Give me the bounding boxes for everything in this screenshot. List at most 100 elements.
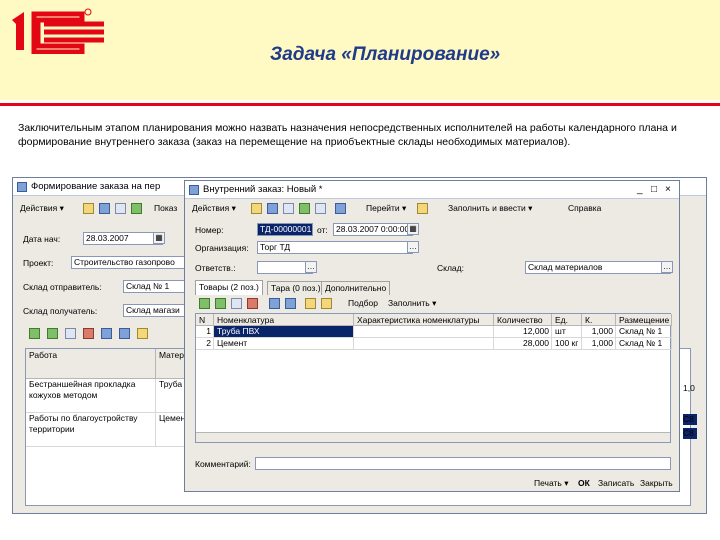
1c-logo-icon [12, 8, 104, 54]
fill-button[interactable]: Заполнить ▾ [385, 296, 439, 310]
row-quantity[interactable]: 12,000 [494, 326, 552, 338]
save-button[interactable]: Записать [595, 476, 637, 490]
row-k[interactable]: 1,000 [582, 326, 616, 338]
select-button[interactable]: … [661, 261, 673, 273]
number-field[interactable]: ТД-00000001 [257, 223, 313, 236]
toolbar-icon-3[interactable] [115, 203, 126, 214]
maximize-icon[interactable]: □ [651, 184, 657, 195]
delete-row-icon[interactable] [83, 328, 94, 339]
warehouse-field[interactable]: Склад материалов [525, 261, 671, 274]
slide-header: Задача «Планирование» [0, 0, 720, 106]
toolbar-icon-new[interactable] [251, 203, 262, 214]
row-characteristic[interactable] [354, 326, 494, 338]
toolbar-icon-1[interactable] [83, 203, 94, 214]
toolbar-icon-post[interactable] [335, 203, 346, 214]
ok-button[interactable]: ОК [575, 476, 593, 490]
minimize-icon[interactable]: _ [637, 184, 643, 195]
copy-row-icon[interactable] [47, 328, 58, 339]
tab-containers[interactable]: Тара (0 поз.) [267, 281, 325, 295]
sort-desc-icon[interactable] [321, 298, 332, 309]
column-header-work[interactable]: Работа [26, 349, 156, 379]
receiver-field[interactable]: Склад магази [123, 304, 193, 317]
row-nomenclature[interactable]: Труба ПВХ [214, 326, 354, 338]
show-menu[interactable]: Показ [151, 201, 180, 215]
toolbar-icon-edit[interactable] [283, 203, 294, 214]
column-header-n[interactable]: N [196, 314, 214, 326]
row-unit[interactable]: шт [552, 326, 582, 338]
goods-table: N Номенклатура Характеристика номенклату… [195, 313, 672, 443]
column-header-characteristic[interactable]: Характеристика номенклатуры [354, 314, 494, 326]
row-quantity[interactable]: 28,000 [494, 338, 552, 350]
window-title: Формирование заказа на пер [31, 181, 161, 192]
sort-asc-icon[interactable] [305, 298, 316, 309]
calendar-icon[interactable]: ▦ [153, 232, 165, 244]
comment-field[interactable] [255, 457, 671, 470]
toolbar-icon-save[interactable] [299, 203, 310, 214]
edit-row-icon[interactable] [231, 298, 242, 309]
number-label: Номер: [195, 225, 224, 235]
organization-label: Организация: [195, 243, 249, 253]
row-unit[interactable]: 100 кг [552, 338, 582, 350]
select-button[interactable]: … [407, 241, 419, 253]
right-edge-value: 1,0 [683, 383, 695, 393]
intro-paragraph: Заключительным этапом планирования можно… [18, 122, 677, 148]
receiver-label: Склад получатель: [23, 306, 98, 316]
move-up-icon[interactable] [101, 328, 112, 339]
close-icon[interactable]: × [665, 184, 671, 195]
pick-button[interactable]: Подбор [345, 296, 381, 310]
from-label: от: [317, 225, 328, 235]
actions-menu[interactable]: Действия ▾ [17, 201, 67, 215]
toolbar-icon-4[interactable] [131, 203, 142, 214]
row-k[interactable]: 1,000 [582, 338, 616, 350]
add-row-icon[interactable] [29, 328, 40, 339]
delete-row-icon[interactable] [247, 298, 258, 309]
column-header-quantity[interactable]: Количество [494, 314, 552, 326]
horizontal-scrollbar[interactable] [196, 432, 670, 442]
column-header-placement[interactable]: Размещение [616, 314, 672, 326]
sort-icon[interactable] [137, 328, 148, 339]
move-down-icon[interactable] [285, 298, 296, 309]
date-field[interactable]: 28.03.2007 [83, 232, 163, 245]
actions-menu[interactable]: Действия ▾ [189, 201, 239, 215]
toolbar-icon-2[interactable] [99, 203, 110, 214]
toolbar-icon-delete[interactable] [315, 203, 326, 214]
row-number: 2 [196, 338, 214, 350]
fill-and-enter-menu[interactable]: Заполнить и ввести ▾ [445, 201, 535, 215]
copy-row-icon[interactable] [215, 298, 226, 309]
move-down-icon[interactable] [119, 328, 130, 339]
help-menu[interactable]: Справка [565, 201, 604, 215]
responsible-label: Ответств.: [195, 263, 236, 273]
date-label: Дата нач: [23, 234, 61, 244]
warehouse-label: Склад: [437, 263, 464, 273]
organization-field[interactable]: Торг ТД [257, 241, 413, 254]
table-row[interactable]: Работы по благоустройству территории [26, 413, 156, 447]
goto-menu[interactable]: Перейти ▾ [363, 201, 409, 215]
row-nomenclature[interactable]: Цемент [214, 338, 354, 350]
document-icon [17, 181, 27, 192]
right-edge-selected: C8 [683, 428, 697, 439]
date-time-field[interactable]: 28.03.2007 0:00:00 [333, 223, 413, 236]
add-row-icon[interactable] [199, 298, 210, 309]
row-placement[interactable]: Склад № 1 [616, 326, 672, 338]
sender-field[interactable]: Склад № 1 [123, 280, 193, 293]
toolbar-icon-tree[interactable] [417, 203, 428, 214]
select-button[interactable]: … [305, 261, 317, 273]
calendar-icon[interactable]: ▦ [407, 223, 419, 235]
tab-goods[interactable]: Товары (2 поз.) [195, 280, 263, 295]
row-characteristic[interactable] [354, 338, 494, 350]
comment-label: Комментарий: [195, 459, 251, 469]
print-button[interactable]: Печать ▾ [531, 476, 572, 490]
table-row[interactable]: Бестраншейная прокладка кожухов методом [26, 379, 156, 413]
column-header-unit[interactable]: Ед. [552, 314, 582, 326]
move-up-icon[interactable] [269, 298, 280, 309]
edit-row-icon[interactable] [65, 328, 76, 339]
project-field[interactable]: Строительство газопрово [71, 256, 191, 269]
column-header-nomenclature[interactable]: Номенклатура [214, 314, 354, 326]
row-placement[interactable]: Склад № 1 [616, 338, 672, 350]
close-button[interactable]: Закрыть [637, 476, 676, 490]
window-title: Внутренний заказ: Новый * [203, 184, 323, 195]
tab-additional[interactable]: Дополнительно [321, 281, 391, 295]
toolbar-icon-copy[interactable] [267, 203, 278, 214]
header-divider [0, 103, 720, 106]
column-header-k[interactable]: К. [582, 314, 616, 326]
